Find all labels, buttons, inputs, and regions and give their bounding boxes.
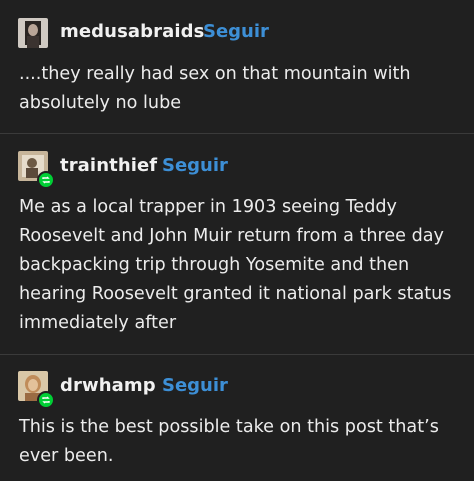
follow-button[interactable]: Seguir	[203, 21, 269, 42]
username[interactable]: trainthief	[60, 155, 157, 176]
follow-button[interactable]: Seguir	[162, 375, 228, 396]
reblog-icon	[37, 391, 55, 409]
post-text: This is the best possible take on this p…	[19, 417, 439, 466]
post-drwhamp: drwhamp Seguir This is the best possible…	[0, 355, 474, 481]
post-text: ....they really had sex on that mountain…	[19, 64, 411, 113]
username[interactable]: drwhamp	[60, 375, 156, 396]
reblog-icon	[37, 171, 55, 189]
avatar[interactable]	[18, 18, 48, 48]
username[interactable]: medusabraids	[60, 21, 204, 42]
post-trainthief: trainthief Seguir Me as a local trapper …	[0, 134, 474, 354]
post-text: Me as a local trapper in 1903 seeing Ted…	[19, 197, 452, 333]
follow-button[interactable]: Seguir	[162, 155, 228, 176]
post-medusabraids: medusabraids Seguir ....they really had …	[0, 0, 474, 132]
